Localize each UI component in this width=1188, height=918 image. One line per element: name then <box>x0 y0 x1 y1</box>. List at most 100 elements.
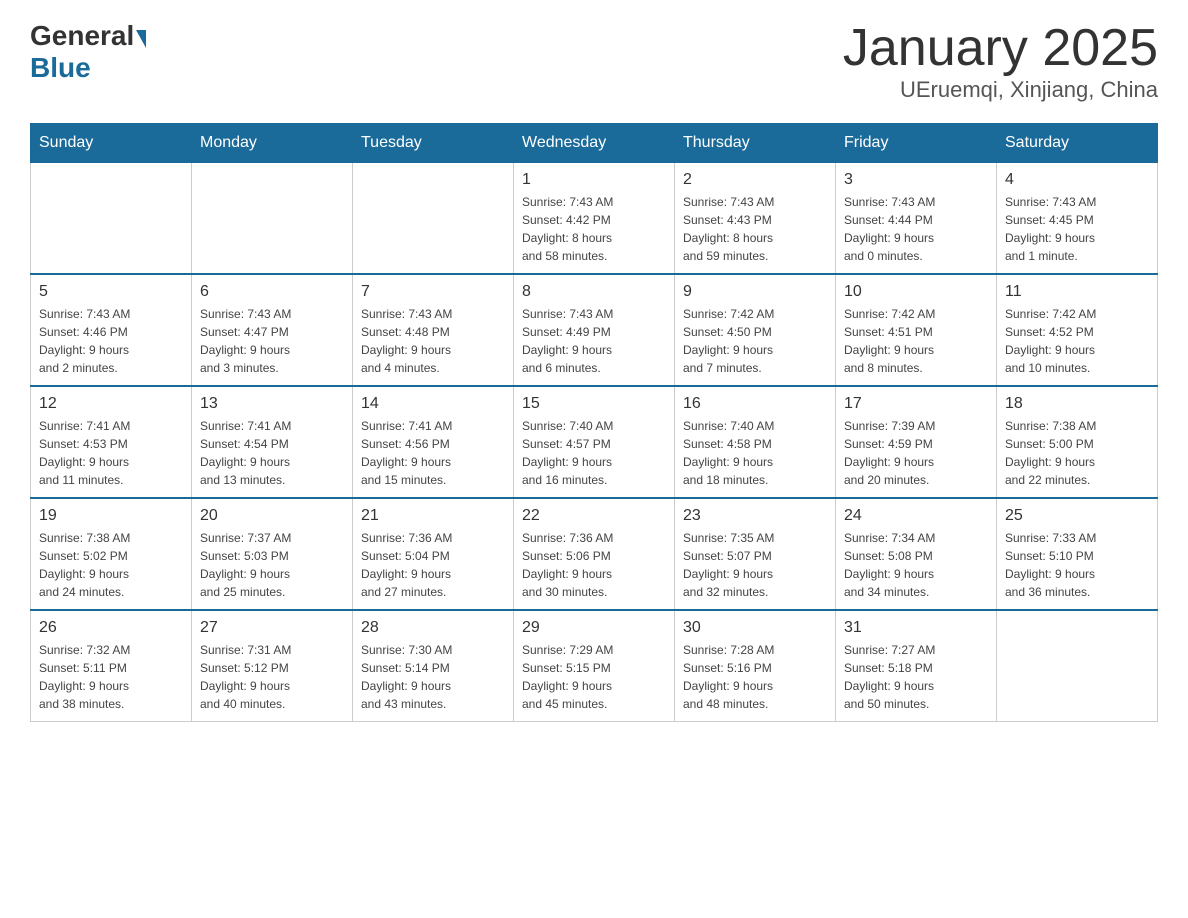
day-info: Sunrise: 7:43 AM Sunset: 4:48 PM Dayligh… <box>361 305 505 377</box>
day-number: 20 <box>200 507 344 525</box>
calendar-day-cell: 3 Sunrise: 7:43 AM Sunset: 4:44 PM Daylig… <box>836 163 997 275</box>
calendar-day-cell: 30 Sunrise: 7:28 AM Sunset: 5:16 PM Dayli… <box>675 610 836 722</box>
calendar-day-cell: 19 Sunrise: 7:38 AM Sunset: 5:02 PM Dayli… <box>31 498 192 610</box>
logo-general-word: General <box>30 20 134 52</box>
day-number: 13 <box>200 395 344 413</box>
calendar-day-cell: 13 Sunrise: 7:41 AM Sunset: 4:54 PM Dayli… <box>192 386 353 498</box>
day-info: Sunrise: 7:32 AM Sunset: 5:11 PM Dayligh… <box>39 641 183 713</box>
day-number: 29 <box>522 619 666 637</box>
col-monday: Monday <box>192 124 353 163</box>
logo: General Blue <box>30 20 146 84</box>
calendar-day-cell: 12 Sunrise: 7:41 AM Sunset: 4:53 PM Dayli… <box>31 386 192 498</box>
day-number: 1 <box>522 171 666 189</box>
day-info: Sunrise: 7:43 AM Sunset: 4:45 PM Dayligh… <box>1005 193 1149 265</box>
day-info: Sunrise: 7:36 AM Sunset: 5:04 PM Dayligh… <box>361 529 505 601</box>
calendar-day-cell: 17Sunrise: 7:39 AM Sunset: 4:59 PM Dayli… <box>836 386 997 498</box>
day-info: Sunrise: 7:35 AM Sunset: 5:07 PM Dayligh… <box>683 529 827 601</box>
calendar-day-cell: 14Sunrise: 7:41 AM Sunset: 4:56 PM Dayli… <box>353 386 514 498</box>
day-number: 5 <box>39 283 183 301</box>
day-info: Sunrise: 7:42 AM Sunset: 4:52 PM Dayligh… <box>1005 305 1149 377</box>
month-title: January 2025 <box>843 20 1158 77</box>
day-number: 8 <box>522 283 666 301</box>
day-number: 16 <box>683 395 827 413</box>
calendar-day-cell: 23 Sunrise: 7:35 AM Sunset: 5:07 PM Dayli… <box>675 498 836 610</box>
day-number: 12 <box>39 395 183 413</box>
day-info: Sunrise: 7:43 AM Sunset: 4:43 PM Dayligh… <box>683 193 827 265</box>
calendar-day-cell <box>353 163 514 275</box>
calendar-week-row: 1Sunrise: 7:43 AM Sunset: 4:42 PM Daylig… <box>31 163 1158 275</box>
calendar-day-cell: 21Sunrise: 7:36 AM Sunset: 5:04 PM Dayli… <box>353 498 514 610</box>
day-info: Sunrise: 7:38 AM Sunset: 5:02 PM Dayligh… <box>39 529 183 601</box>
col-tuesday: Tuesday <box>353 124 514 163</box>
calendar-day-cell: 20 Sunrise: 7:37 AM Sunset: 5:03 PM Dayli… <box>192 498 353 610</box>
col-thursday: Thursday <box>675 124 836 163</box>
col-sunday: Sunday <box>31 124 192 163</box>
day-number: 25 <box>1005 507 1149 525</box>
calendar-day-cell: 5Sunrise: 7:43 AM Sunset: 4:46 PM Daylig… <box>31 274 192 386</box>
day-number: 26 <box>39 619 183 637</box>
calendar-header-row: Sunday Monday Tuesday Wednesday Thursday… <box>31 124 1158 163</box>
calendar-day-cell: 27 Sunrise: 7:31 AM Sunset: 5:12 PM Dayli… <box>192 610 353 722</box>
calendar-day-cell: 31 Sunrise: 7:27 AM Sunset: 5:18 PM Dayli… <box>836 610 997 722</box>
day-number: 23 <box>683 507 827 525</box>
calendar-day-cell: 9 Sunrise: 7:42 AM Sunset: 4:50 PM Daylig… <box>675 274 836 386</box>
calendar-day-cell: 25 Sunrise: 7:33 AM Sunset: 5:10 PM Dayli… <box>997 498 1158 610</box>
calendar-table: Sunday Monday Tuesday Wednesday Thursday… <box>30 123 1158 722</box>
day-info: Sunrise: 7:27 AM Sunset: 5:18 PM Dayligh… <box>844 641 988 713</box>
calendar-day-cell: 1Sunrise: 7:43 AM Sunset: 4:42 PM Daylig… <box>514 163 675 275</box>
calendar-day-cell: 11Sunrise: 7:42 AM Sunset: 4:52 PM Dayli… <box>997 274 1158 386</box>
day-number: 9 <box>683 283 827 301</box>
col-wednesday: Wednesday <box>514 124 675 163</box>
calendar-day-cell <box>31 163 192 275</box>
calendar-week-row: 12 Sunrise: 7:41 AM Sunset: 4:53 PM Dayli… <box>31 386 1158 498</box>
calendar-day-cell: 6 Sunrise: 7:43 AM Sunset: 4:47 PM Daylig… <box>192 274 353 386</box>
day-number: 15 <box>522 395 666 413</box>
day-number: 27 <box>200 619 344 637</box>
logo-general-text: General <box>30 20 146 52</box>
calendar-day-cell: 24Sunrise: 7:34 AM Sunset: 5:08 PM Dayli… <box>836 498 997 610</box>
day-info: Sunrise: 7:41 AM Sunset: 4:54 PM Dayligh… <box>200 417 344 489</box>
calendar-day-cell: 22Sunrise: 7:36 AM Sunset: 5:06 PM Dayli… <box>514 498 675 610</box>
day-info: Sunrise: 7:31 AM Sunset: 5:12 PM Dayligh… <box>200 641 344 713</box>
day-info: Sunrise: 7:37 AM Sunset: 5:03 PM Dayligh… <box>200 529 344 601</box>
calendar-day-cell: 7 Sunrise: 7:43 AM Sunset: 4:48 PM Daylig… <box>353 274 514 386</box>
day-number: 31 <box>844 619 988 637</box>
day-number: 14 <box>361 395 505 413</box>
calendar-day-cell: 28Sunrise: 7:30 AM Sunset: 5:14 PM Dayli… <box>353 610 514 722</box>
day-number: 6 <box>200 283 344 301</box>
calendar-week-row: 26 Sunrise: 7:32 AM Sunset: 5:11 PM Dayli… <box>31 610 1158 722</box>
day-number: 18 <box>1005 395 1149 413</box>
col-friday: Friday <box>836 124 997 163</box>
day-number: 30 <box>683 619 827 637</box>
day-info: Sunrise: 7:43 AM Sunset: 4:47 PM Dayligh… <box>200 305 344 377</box>
calendar-day-cell: 26 Sunrise: 7:32 AM Sunset: 5:11 PM Dayli… <box>31 610 192 722</box>
location-title: UEruemqi, Xinjiang, China <box>843 77 1158 103</box>
calendar-day-cell: 8 Sunrise: 7:43 AM Sunset: 4:49 PM Daylig… <box>514 274 675 386</box>
day-info: Sunrise: 7:28 AM Sunset: 5:16 PM Dayligh… <box>683 641 827 713</box>
day-info: Sunrise: 7:38 AM Sunset: 5:00 PM Dayligh… <box>1005 417 1149 489</box>
day-info: Sunrise: 7:41 AM Sunset: 4:53 PM Dayligh… <box>39 417 183 489</box>
day-number: 19 <box>39 507 183 525</box>
calendar-day-cell <box>997 610 1158 722</box>
day-number: 3 <box>844 171 988 189</box>
calendar-week-row: 5Sunrise: 7:43 AM Sunset: 4:46 PM Daylig… <box>31 274 1158 386</box>
day-info: Sunrise: 7:40 AM Sunset: 4:57 PM Dayligh… <box>522 417 666 489</box>
day-info: Sunrise: 7:43 AM Sunset: 4:44 PM Dayligh… <box>844 193 988 265</box>
calendar-day-cell <box>192 163 353 275</box>
day-number: 22 <box>522 507 666 525</box>
day-info: Sunrise: 7:42 AM Sunset: 4:51 PM Dayligh… <box>844 305 988 377</box>
calendar-week-row: 19 Sunrise: 7:38 AM Sunset: 5:02 PM Dayli… <box>31 498 1158 610</box>
calendar-day-cell: 2 Sunrise: 7:43 AM Sunset: 4:43 PM Daylig… <box>675 163 836 275</box>
day-number: 7 <box>361 283 505 301</box>
day-info: Sunrise: 7:42 AM Sunset: 4:50 PM Dayligh… <box>683 305 827 377</box>
day-number: 2 <box>683 171 827 189</box>
calendar-day-cell: 29Sunrise: 7:29 AM Sunset: 5:15 PM Dayli… <box>514 610 675 722</box>
day-info: Sunrise: 7:43 AM Sunset: 4:49 PM Dayligh… <box>522 305 666 377</box>
title-section: January 2025 UEruemqi, Xinjiang, China <box>843 20 1158 103</box>
col-saturday: Saturday <box>997 124 1158 163</box>
day-info: Sunrise: 7:33 AM Sunset: 5:10 PM Dayligh… <box>1005 529 1149 601</box>
calendar-day-cell: 4Sunrise: 7:43 AM Sunset: 4:45 PM Daylig… <box>997 163 1158 275</box>
day-number: 10 <box>844 283 988 301</box>
day-info: Sunrise: 7:39 AM Sunset: 4:59 PM Dayligh… <box>844 417 988 489</box>
calendar-day-cell: 16Sunrise: 7:40 AM Sunset: 4:58 PM Dayli… <box>675 386 836 498</box>
